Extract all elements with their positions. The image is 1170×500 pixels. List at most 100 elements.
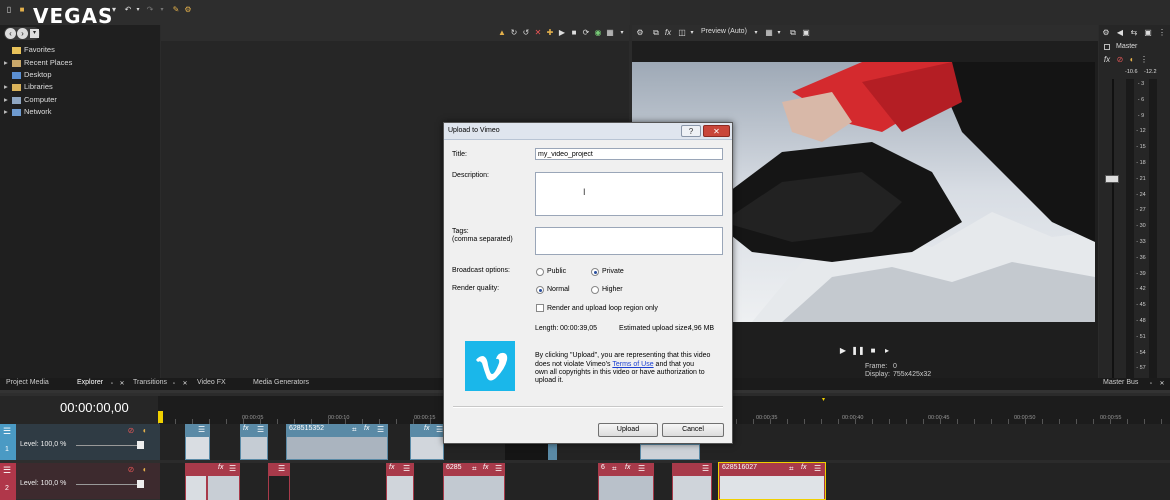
tab-media-generators[interactable]: Media Generators xyxy=(253,379,309,386)
video-clip[interactable]: 6285 ⌗ fx ☰ xyxy=(443,463,505,500)
track-2-level-handle[interactable] xyxy=(137,480,144,488)
clip-menu-icon[interactable]: ☰ xyxy=(229,464,236,473)
tags-input[interactable] xyxy=(535,227,723,255)
preview-quality-select[interactable]: Preview (Auto) xyxy=(701,28,747,35)
video-clip[interactable] xyxy=(548,444,557,460)
save-snapshot-icon[interactable]: ▣ xyxy=(802,29,810,37)
clip-menu-icon[interactable]: ☰ xyxy=(198,425,205,434)
broadcast-public-radio[interactable] xyxy=(536,268,544,276)
new-file-icon[interactable]: ▯ xyxy=(5,6,13,14)
downmix-icon[interactable]: ⇆ xyxy=(1130,29,1138,37)
tab-transitions-undock-icon[interactable]: ▫ xyxy=(170,380,178,388)
speaker-icon[interactable]: ◀ xyxy=(1116,29,1124,37)
clip-crop-icon[interactable]: ⌗ xyxy=(612,464,617,474)
copy-snapshot-icon[interactable]: ⧉ xyxy=(789,29,797,37)
settings-icon[interactable]: ⚙ xyxy=(184,6,192,14)
video-clip[interactable]: ☰ xyxy=(672,463,712,500)
tree-item-recent-places[interactable]: ▸ Recent Places xyxy=(4,58,72,67)
views-icon[interactable]: ▦ xyxy=(606,29,614,37)
up-folder-icon[interactable]: ▲ xyxy=(498,29,506,37)
tree-item-libraries[interactable]: ▸ Libraries xyxy=(4,82,53,91)
close-button[interactable]: ✕ xyxy=(703,125,730,137)
track-menu-icon[interactable]: ☰ xyxy=(3,426,11,437)
tab-explorer[interactable]: Explorer xyxy=(77,379,103,386)
tab-explorer-undock-icon[interactable]: ▫ xyxy=(108,380,116,388)
video-clip[interactable]: 6 ⌗ fx ☰ xyxy=(598,463,654,500)
tab-project-media[interactable]: Project Media xyxy=(6,379,49,386)
video-clip[interactable]: ☰ xyxy=(185,424,210,460)
broadcast-private-label[interactable]: Private xyxy=(602,268,624,275)
mute-icon[interactable]: ⊘ xyxy=(127,427,135,435)
clip-fx-icon[interactable]: fx xyxy=(389,464,394,471)
expand-icon[interactable]: ▸ xyxy=(4,82,12,91)
tab-transitions-close-icon[interactable]: ✕ xyxy=(181,380,189,388)
next-frame-icon[interactable]: ▸ xyxy=(883,347,891,355)
broadcast-private-radio[interactable] xyxy=(591,268,599,276)
expand-icon[interactable]: ▸ xyxy=(4,107,12,116)
clip-fx-icon[interactable]: fx xyxy=(625,464,630,471)
video-clip[interactable]: fx ☰ xyxy=(386,463,414,500)
master-mute-icon[interactable]: ⊘ xyxy=(1116,56,1124,64)
video-clip[interactable] xyxy=(185,463,207,500)
terms-of-use-link[interactable]: Terms of Use xyxy=(612,361,653,368)
broadcast-public-label[interactable]: Public xyxy=(547,268,566,275)
open-folder-icon[interactable]: ■ xyxy=(18,6,26,14)
playhead-marker[interactable] xyxy=(158,411,163,423)
tree-item-network[interactable]: ▸ Network xyxy=(4,107,52,116)
undo-dropdown-icon[interactable]: ▾ xyxy=(134,6,142,14)
split-dropdown-icon[interactable]: ▾ xyxy=(688,29,696,37)
tab-explorer-close-icon[interactable]: ✕ xyxy=(118,380,126,388)
video-clip[interactable]: fx ☰ xyxy=(207,463,240,500)
master-select-icon[interactable] xyxy=(1104,44,1110,50)
tree-item-computer[interactable]: ▸ Computer xyxy=(4,95,57,104)
help-button[interactable]: ? xyxy=(681,125,701,137)
clip-menu-icon[interactable]: ☰ xyxy=(638,464,645,473)
clip-menu-icon[interactable]: ☰ xyxy=(495,464,502,473)
forward-icon[interactable]: › xyxy=(17,28,28,39)
selected-video-clip[interactable]: 628516027 ⌗ fx ☰ xyxy=(718,462,826,500)
upload-button[interactable]: Upload xyxy=(598,423,658,437)
save-icon[interactable]: ▾ xyxy=(110,6,118,14)
track-1-level-handle[interactable] xyxy=(137,441,144,449)
start-preview-icon[interactable]: ◉ xyxy=(594,29,602,37)
auto-preview-icon[interactable]: ⟳ xyxy=(582,29,590,37)
clip-menu-icon[interactable]: ☰ xyxy=(702,464,709,473)
properties-icon[interactable]: ✎ xyxy=(172,6,180,14)
master-solo-icon[interactable]: ◐ xyxy=(1128,56,1136,64)
quality-higher-label[interactable]: Higher xyxy=(602,286,623,293)
loop-region-label[interactable]: Render and upload loop region only xyxy=(547,305,658,312)
video-clip[interactable]: fx ☰ xyxy=(410,424,444,460)
clip-fx-icon[interactable]: fx xyxy=(218,464,223,471)
tree-item-favorites[interactable]: Favorites xyxy=(4,45,55,54)
clip-fx-icon[interactable]: fx xyxy=(243,425,248,432)
play-icon[interactable]: ▶ xyxy=(558,29,566,37)
project-properties-icon[interactable]: ⚙ xyxy=(636,29,644,37)
master-settings-icon[interactable]: ⚙ xyxy=(1102,29,1110,37)
clip-crop-icon[interactable]: ⌗ xyxy=(352,425,357,435)
clip-menu-icon[interactable]: ☰ xyxy=(278,464,285,473)
clip-fx-icon[interactable]: fx xyxy=(364,425,369,432)
master-more-icon[interactable]: ⋮ xyxy=(1140,56,1148,64)
pause-icon[interactable]: ❚❚ xyxy=(851,347,864,355)
tab-master-undock-icon[interactable]: ▫ xyxy=(1147,380,1155,388)
redo-icon[interactable]: ↷ xyxy=(146,6,154,14)
title-input[interactable] xyxy=(535,148,723,160)
views-dropdown-icon[interactable]: ▾ xyxy=(618,29,626,37)
overlays-dropdown-icon[interactable]: ▾ xyxy=(775,29,783,37)
split-screen-icon[interactable]: ◫ xyxy=(678,29,686,37)
refresh-icon[interactable]: ↻ xyxy=(510,29,518,37)
tab-transitions[interactable]: Transitions xyxy=(133,379,167,386)
quality-dropdown-icon[interactable]: ▾ xyxy=(752,29,760,37)
delete-icon[interactable]: ✕ xyxy=(534,29,542,37)
stop-icon[interactable]: ■ xyxy=(869,347,877,355)
clip-fx-icon[interactable]: fx xyxy=(801,464,806,471)
play-icon[interactable]: ▶ xyxy=(839,347,847,355)
undo-icon[interactable]: ↶ xyxy=(124,6,132,14)
video-clip[interactable]: fx ☰ xyxy=(240,424,268,460)
tab-master-close-icon[interactable]: ✕ xyxy=(1158,380,1166,388)
stop-icon[interactable]: ■ xyxy=(570,29,578,37)
mute-icon[interactable]: ⊘ xyxy=(127,466,135,474)
clip-menu-icon[interactable]: ☰ xyxy=(377,425,384,434)
video-clip[interactable] xyxy=(640,444,700,460)
quality-higher-radio[interactable] xyxy=(591,286,599,294)
